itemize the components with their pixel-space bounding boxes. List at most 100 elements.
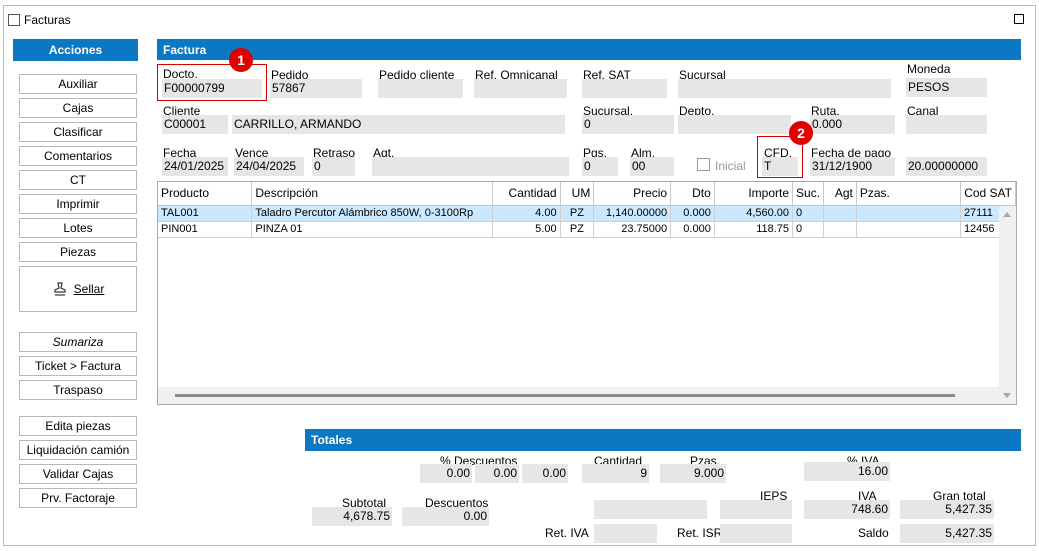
blank-total-field[interactable] (594, 500, 707, 519)
cell-um: PZ (560, 221, 595, 238)
cell-dto: 0.000 (670, 221, 715, 238)
cell-suc: 0 (792, 221, 825, 238)
sucursal2-field[interactable]: 0 (582, 115, 674, 134)
lotes-button[interactable]: Lotes (19, 218, 137, 238)
horizontal-scrollbar[interactable] (158, 387, 1000, 404)
col-suc[interactable]: Suc. (792, 182, 825, 206)
liquidacion-camion-button[interactable]: Liquidación camión (19, 440, 137, 460)
acciones-header: Acciones (13, 39, 138, 61)
col-descripcion[interactable]: Descripción (251, 182, 493, 206)
pedido-cliente-field[interactable] (378, 79, 463, 98)
inicial-checkbox[interactable] (697, 158, 710, 171)
ref-sat-field[interactable] (582, 79, 667, 98)
cell-agt (823, 221, 857, 238)
iva-pct-field[interactable]: 16.00 (804, 462, 890, 481)
detalle-table[interactable]: Producto Descripción Cantidad UM Precio … (157, 181, 1017, 405)
ret-iva-label: Ret. IVA (545, 526, 589, 540)
pzas-field[interactable]: 9.000 (660, 464, 726, 483)
sucursal-field[interactable] (678, 79, 891, 98)
saldo-field[interactable]: 5,427.35 (900, 524, 994, 543)
ieps-field[interactable] (720, 500, 792, 519)
piezas-button[interactable]: Piezas (19, 242, 137, 262)
imprimir-button[interactable]: Imprimir (19, 194, 137, 214)
saldo-label: Saldo (858, 526, 889, 540)
cajas-button[interactable]: Cajas (19, 98, 137, 118)
cell-dto: 0.000 (670, 205, 715, 222)
ret-isr-field[interactable] (720, 524, 792, 543)
col-importe[interactable]: Importe (714, 182, 794, 206)
cell-cantidad: 4.00 (492, 205, 561, 222)
cell-producto: PIN001 (158, 221, 253, 238)
ruta-field[interactable]: 0.000 (810, 115, 895, 134)
descuento-pct-3-field[interactable]: 0.00 (522, 464, 568, 483)
cantidad-field[interactable]: 9 (582, 464, 649, 483)
subtotal-field[interactable]: 4,678.75 (312, 507, 392, 526)
ct-button[interactable]: CT (19, 170, 137, 190)
moneda-field[interactable]: PESOS (906, 78, 987, 97)
totales-header: Totales (305, 429, 1021, 451)
inicial-label: Inicial (715, 159, 746, 173)
auxiliar-button[interactable]: Auxiliar (19, 74, 137, 94)
cell-um: PZ (560, 205, 595, 222)
pgs-field[interactable]: 0 (582, 157, 618, 176)
gran-total-field[interactable]: 5,427.35 (900, 500, 994, 519)
col-precio[interactable]: Precio (593, 182, 672, 206)
cell-descripcion: Taladro Percutor Alámbrico 850W, 0-3100R… (251, 205, 493, 222)
horizontal-scroll-thumb[interactable] (175, 394, 955, 397)
scroll-down-icon[interactable] (1003, 393, 1011, 398)
col-cod-sat[interactable]: Cod SAT (960, 182, 1016, 206)
depto-field[interactable] (678, 115, 791, 134)
marker-2: 2 (789, 121, 813, 145)
sellar-button[interactable]: Sellar (19, 266, 137, 312)
col-cantidad[interactable]: Cantidad (492, 182, 561, 206)
ret-iva-field[interactable] (594, 524, 657, 543)
traspaso-button[interactable]: Traspaso (19, 380, 137, 400)
table-row[interactable]: TAL001 Taladro Percutor Alámbrico 850W, … (158, 205, 1016, 222)
alm-field[interactable]: 00 (630, 157, 674, 176)
col-pzas[interactable]: Pzas. (856, 182, 961, 206)
descuento-pct-1-field[interactable]: 0.00 (420, 464, 472, 483)
ref-omnicanal-field[interactable] (474, 79, 567, 98)
cliente-code-field[interactable]: C00001 (162, 115, 228, 134)
canal-field[interactable] (906, 115, 987, 134)
fecha-pago-field[interactable]: 31/12/1900 (810, 157, 895, 176)
col-agt[interactable]: Agt (823, 182, 857, 206)
marker-1: 1 (229, 48, 253, 72)
cell-precio: 1,140.00000 (593, 205, 672, 222)
cell-importe: 118.75 (714, 221, 794, 238)
col-producto[interactable]: Producto (158, 182, 253, 206)
sellar-label: Sellar (73, 282, 105, 296)
maximize-icon[interactable] (1014, 14, 1024, 24)
iva-field[interactable]: 748.60 (804, 500, 890, 519)
vence-field[interactable]: 24/04/2025 (234, 157, 304, 176)
clasificar-button[interactable]: Clasificar (19, 122, 137, 142)
pedido-field[interactable]: 57867 (270, 79, 362, 98)
ret-isr-label: Ret. ISR (677, 526, 723, 540)
fecha-field[interactable]: 24/01/2025 (162, 157, 228, 176)
table-row[interactable]: PIN001 PINZA 01 5.00 PZ 23.75000 0.000 1… (158, 221, 1016, 238)
factura-header: Factura (157, 39, 1021, 60)
prv-factoraje-button[interactable]: Prv. Factoraje (19, 488, 137, 508)
retraso-field[interactable]: 0 (312, 157, 355, 176)
cell-producto: TAL001 (158, 205, 253, 222)
validar-cajas-button[interactable]: Validar Cajas (19, 464, 137, 484)
agt-field[interactable] (372, 157, 569, 176)
ticket-factura-button[interactable]: Ticket > Factura (19, 356, 137, 376)
col-um[interactable]: UM (560, 182, 595, 206)
sumariza-button[interactable]: Sumariza (19, 332, 137, 352)
descuentos-field[interactable]: 0.00 (402, 507, 489, 526)
moneda-label: Moneda (907, 62, 951, 76)
edita-piezas-button[interactable]: Edita piezas (19, 416, 137, 436)
cliente-name-field[interactable]: CARRILLO, ARMANDO (232, 115, 565, 134)
comentarios-button[interactable]: Comentarios (19, 146, 137, 166)
window-icon (8, 14, 20, 26)
col-dto[interactable]: Dto (670, 182, 715, 206)
vertical-scrollbar[interactable] (999, 206, 1016, 404)
cell-importe: 4,560.00 (714, 205, 794, 222)
cell-agt (823, 205, 857, 222)
cell-pzas (856, 221, 961, 238)
tipo-cambio-field[interactable]: 20.00000000 (906, 157, 987, 176)
cell-cantidad: 5.00 (492, 221, 561, 238)
scroll-up-icon[interactable] (1003, 212, 1011, 217)
descuento-pct-2-field[interactable]: 0.00 (475, 464, 519, 483)
